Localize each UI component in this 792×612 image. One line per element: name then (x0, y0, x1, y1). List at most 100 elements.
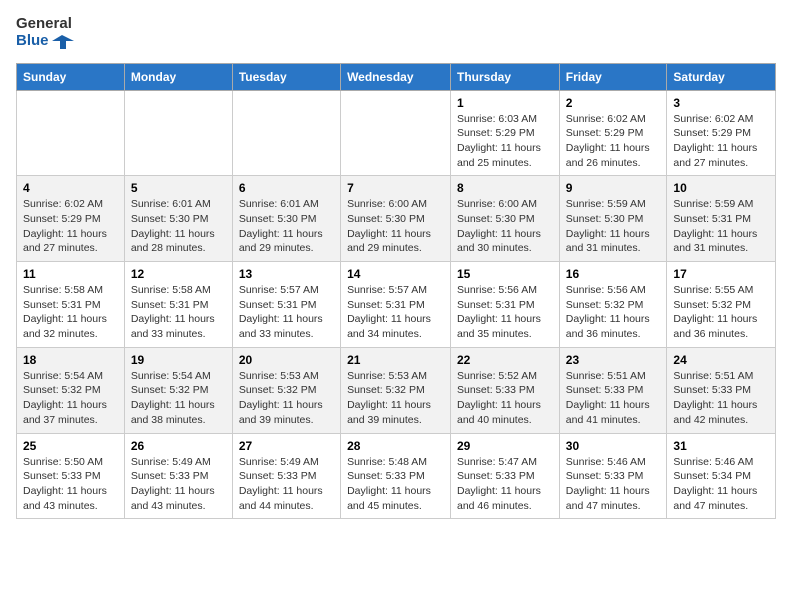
cell-date: 23 (566, 353, 661, 367)
calendar-cell: 23 Sunrise: 5:51 AM Sunset: 5:33 PM Dayli… (559, 347, 667, 433)
cell-date: 11 (23, 267, 118, 281)
calendar-cell: 10 Sunrise: 5:59 AM Sunset: 5:31 PM Dayli… (667, 176, 776, 262)
calendar-cell: 24Sunrise: 5:51 AM Sunset: 5:33 PM Dayli… (667, 347, 776, 433)
cell-info: Sunrise: 5:57 AM Sunset: 5:31 PM Dayligh… (347, 283, 444, 342)
calendar-cell: 14 Sunrise: 5:57 AM Sunset: 5:31 PM Dayli… (341, 262, 451, 348)
cell-info: Sunrise: 5:54 AM Sunset: 5:32 PM Dayligh… (131, 369, 226, 428)
cell-info: Sunrise: 5:53 AM Sunset: 5:32 PM Dayligh… (239, 369, 334, 428)
cell-date: 4 (23, 181, 118, 195)
calendar-cell: 8 Sunrise: 6:00 AM Sunset: 5:30 PM Daylig… (451, 176, 560, 262)
cell-info: Sunrise: 5:54 AM Sunset: 5:32 PM Dayligh… (23, 369, 118, 428)
calendar-cell (232, 90, 340, 176)
cell-info: Sunrise: 5:49 AM Sunset: 5:33 PM Dayligh… (239, 455, 334, 514)
cell-date: 21 (347, 353, 444, 367)
cell-info: Sunrise: 5:51 AM Sunset: 5:33 PM Dayligh… (566, 369, 661, 428)
cell-info: Sunrise: 5:50 AM Sunset: 5:33 PM Dayligh… (23, 455, 118, 514)
cell-info: Sunrise: 5:57 AM Sunset: 5:31 PM Dayligh… (239, 283, 334, 342)
cell-date: 1 (457, 96, 553, 110)
calendar-cell: 11 Sunrise: 5:58 AM Sunset: 5:31 PM Dayli… (17, 262, 125, 348)
cell-info: Sunrise: 6:00 AM Sunset: 5:30 PM Dayligh… (347, 197, 444, 256)
calendar-cell: 18 Sunrise: 5:54 AM Sunset: 5:32 PM Dayli… (17, 347, 125, 433)
cell-date: 5 (131, 181, 226, 195)
logo: General Blue (16, 16, 74, 51)
calendar-header: SundayMondayTuesdayWednesdayThursdayFrid… (17, 63, 776, 90)
cell-info: Sunrise: 6:00 AM Sunset: 5:30 PM Dayligh… (457, 197, 553, 256)
week-row-3: 11 Sunrise: 5:58 AM Sunset: 5:31 PM Dayli… (17, 262, 776, 348)
calendar-cell: 22Sunrise: 5:52 AM Sunset: 5:33 PM Dayli… (451, 347, 560, 433)
calendar-cell: 9Sunrise: 5:59 AM Sunset: 5:30 PM Daylig… (559, 176, 667, 262)
day-header-tuesday: Tuesday (232, 63, 340, 90)
calendar-cell: 16 Sunrise: 5:56 AM Sunset: 5:32 PM Dayli… (559, 262, 667, 348)
calendar-cell: 19 Sunrise: 5:54 AM Sunset: 5:32 PM Dayli… (124, 347, 232, 433)
day-header-saturday: Saturday (667, 63, 776, 90)
cell-info: Sunrise: 5:56 AM Sunset: 5:31 PM Dayligh… (457, 283, 553, 342)
calendar-cell: 4 Sunrise: 6:02 AM Sunset: 5:29 PM Daylig… (17, 176, 125, 262)
cell-date: 27 (239, 439, 334, 453)
cell-date: 8 (457, 181, 553, 195)
cell-date: 6 (239, 181, 334, 195)
cell-info: Sunrise: 6:02 AM Sunset: 5:29 PM Dayligh… (566, 112, 661, 171)
calendar-cell: 15Sunrise: 5:56 AM Sunset: 5:31 PM Dayli… (451, 262, 560, 348)
cell-date: 18 (23, 353, 118, 367)
logo-general: General (16, 16, 74, 33)
calendar-cell: 13 Sunrise: 5:57 AM Sunset: 5:31 PM Dayli… (232, 262, 340, 348)
cell-info: Sunrise: 5:53 AM Sunset: 5:32 PM Dayligh… (347, 369, 444, 428)
cell-date: 9 (566, 181, 661, 195)
cell-info: Sunrise: 6:02 AM Sunset: 5:29 PM Dayligh… (23, 197, 118, 256)
calendar-cell: 27 Sunrise: 5:49 AM Sunset: 5:33 PM Dayli… (232, 433, 340, 519)
cell-info: Sunrise: 5:59 AM Sunset: 5:31 PM Dayligh… (673, 197, 769, 256)
day-header-friday: Friday (559, 63, 667, 90)
cell-info: Sunrise: 5:56 AM Sunset: 5:32 PM Dayligh… (566, 283, 661, 342)
day-header-wednesday: Wednesday (341, 63, 451, 90)
calendar-table: SundayMondayTuesdayWednesdayThursdayFrid… (16, 63, 776, 520)
cell-date: 13 (239, 267, 334, 281)
day-header-sunday: Sunday (17, 63, 125, 90)
cell-date: 10 (673, 181, 769, 195)
cell-date: 19 (131, 353, 226, 367)
cell-info: Sunrise: 5:47 AM Sunset: 5:33 PM Dayligh… (457, 455, 553, 514)
cell-date: 29 (457, 439, 553, 453)
calendar-cell: 17Sunrise: 5:55 AM Sunset: 5:32 PM Dayli… (667, 262, 776, 348)
cell-info: Sunrise: 5:52 AM Sunset: 5:33 PM Dayligh… (457, 369, 553, 428)
cell-date: 2 (566, 96, 661, 110)
day-header-monday: Monday (124, 63, 232, 90)
cell-date: 26 (131, 439, 226, 453)
cell-info: Sunrise: 5:48 AM Sunset: 5:33 PM Dayligh… (347, 455, 444, 514)
cell-info: Sunrise: 5:49 AM Sunset: 5:33 PM Dayligh… (131, 455, 226, 514)
calendar-cell: 6 Sunrise: 6:01 AM Sunset: 5:30 PM Daylig… (232, 176, 340, 262)
page-header: General Blue (16, 16, 776, 51)
cell-date: 17 (673, 267, 769, 281)
calendar-cell: 12 Sunrise: 5:58 AM Sunset: 5:31 PM Dayli… (124, 262, 232, 348)
cell-date: 12 (131, 267, 226, 281)
cell-date: 14 (347, 267, 444, 281)
cell-info: Sunrise: 5:58 AM Sunset: 5:31 PM Dayligh… (23, 283, 118, 342)
week-row-4: 18 Sunrise: 5:54 AM Sunset: 5:32 PM Dayli… (17, 347, 776, 433)
calendar-cell: 29 Sunrise: 5:47 AM Sunset: 5:33 PM Dayli… (451, 433, 560, 519)
cell-date: 20 (239, 353, 334, 367)
calendar-cell (17, 90, 125, 176)
week-row-5: 25Sunrise: 5:50 AM Sunset: 5:33 PM Dayli… (17, 433, 776, 519)
cell-info: Sunrise: 6:02 AM Sunset: 5:29 PM Dayligh… (673, 112, 769, 171)
cell-info: Sunrise: 6:01 AM Sunset: 5:30 PM Dayligh… (239, 197, 334, 256)
cell-info: Sunrise: 6:03 AM Sunset: 5:29 PM Dayligh… (457, 112, 553, 171)
cell-date: 16 (566, 267, 661, 281)
calendar-cell: 26 Sunrise: 5:49 AM Sunset: 5:33 PM Dayli… (124, 433, 232, 519)
calendar-cell: 5Sunrise: 6:01 AM Sunset: 5:30 PM Daylig… (124, 176, 232, 262)
calendar-cell (124, 90, 232, 176)
calendar-cell: 21 Sunrise: 5:53 AM Sunset: 5:32 PM Dayli… (341, 347, 451, 433)
week-row-1: 1 Sunrise: 6:03 AM Sunset: 5:29 PM Daylig… (17, 90, 776, 176)
cell-date: 24 (673, 353, 769, 367)
cell-date: 30 (566, 439, 661, 453)
logo-blue: Blue (16, 33, 74, 51)
header-row: SundayMondayTuesdayWednesdayThursdayFrid… (17, 63, 776, 90)
cell-date: 7 (347, 181, 444, 195)
calendar-cell (341, 90, 451, 176)
calendar-cell: 20 Sunrise: 5:53 AM Sunset: 5:32 PM Dayli… (232, 347, 340, 433)
cell-info: Sunrise: 5:46 AM Sunset: 5:33 PM Dayligh… (566, 455, 661, 514)
calendar-cell: 1 Sunrise: 6:03 AM Sunset: 5:29 PM Daylig… (451, 90, 560, 176)
calendar-cell: 25Sunrise: 5:50 AM Sunset: 5:33 PM Dayli… (17, 433, 125, 519)
cell-info: Sunrise: 5:58 AM Sunset: 5:31 PM Dayligh… (131, 283, 226, 342)
calendar-body: 1 Sunrise: 6:03 AM Sunset: 5:29 PM Daylig… (17, 90, 776, 519)
cell-date: 31 (673, 439, 769, 453)
week-row-2: 4 Sunrise: 6:02 AM Sunset: 5:29 PM Daylig… (17, 176, 776, 262)
